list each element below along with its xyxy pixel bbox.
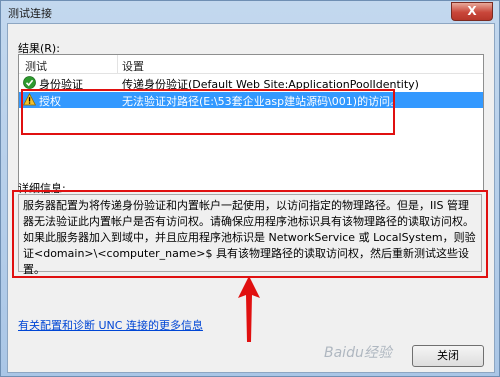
annotation-highlight-box bbox=[21, 89, 395, 135]
annotation-arrow-icon bbox=[238, 276, 260, 342]
title-close-button[interactable]: X bbox=[451, 2, 493, 21]
annotation-details-box bbox=[12, 190, 488, 278]
results-list[interactable]: 测试 设置 身份验证 传递身份验证(Default Web Site:Appli… bbox=[18, 54, 484, 192]
dialog-title: 测试连接 bbox=[8, 7, 52, 20]
dialog-body: 结果(R): 测试 设置 身份验证 传递身份验证(Default Web Sit… bbox=[7, 23, 495, 373]
column-header-test[interactable]: 测试 bbox=[25, 58, 47, 74]
results-list-header: 测试 设置 bbox=[19, 55, 483, 74]
test-connection-dialog: 测试连接 X 结果(R): 测试 设置 身份验证 传递身份验证(Default … bbox=[0, 0, 500, 377]
check-icon bbox=[23, 76, 36, 89]
close-button[interactable]: 关闭 bbox=[412, 345, 484, 367]
unc-help-link[interactable]: 有关配置和诊断 UNC 连接的更多信息 bbox=[18, 317, 203, 333]
column-divider[interactable] bbox=[117, 55, 118, 73]
title-bar[interactable]: 测试连接 X bbox=[1, 1, 499, 23]
column-header-setting[interactable]: 设置 bbox=[122, 58, 144, 74]
watermark-text: Baidu经验 bbox=[324, 345, 392, 361]
